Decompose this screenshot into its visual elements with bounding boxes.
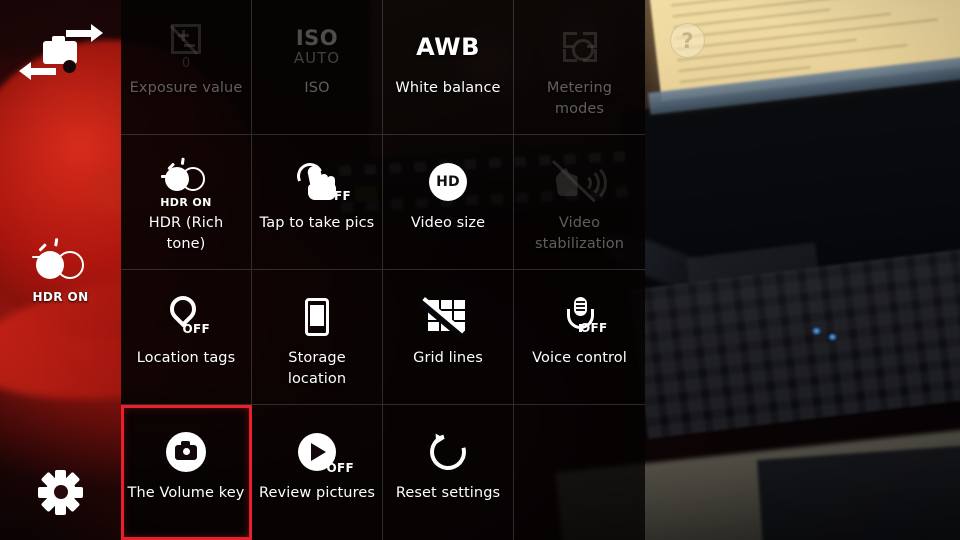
question-mark-icon: ? [681,28,694,53]
hd-icon-text: HD [436,174,460,190]
setting-label: Exposure value [129,80,243,96]
voice-badge: OFF [580,321,608,335]
setting-label: Video stabilization [535,215,624,253]
hdr-status-label: HDR ON [32,289,89,304]
camera-circle-icon [121,425,251,479]
setting-label: The Volume key [127,485,245,501]
setting-label: Storage location [287,350,347,388]
setting-label: White balance [395,80,501,96]
setting-reset-settings[interactable]: Reset settings [383,405,514,540]
tap-hand-icon: OFF [252,155,382,209]
exposure-value-amount: 0 [181,56,191,71]
setting-voice-control[interactable]: OFF Voice control [514,270,645,405]
setting-label: ISO [304,80,330,96]
awb-icon: AWB [383,20,513,74]
setting-video-size[interactable]: HD Video size [383,135,514,270]
setting-exposure-value[interactable]: 0 Exposure value [121,0,252,135]
setting-the-volume-key[interactable]: The Volume key [121,405,252,540]
setting-label: Tap to take pics [259,215,375,231]
setting-review-pictures[interactable]: OFF Review pictures [252,405,383,540]
hdr-icon: HDR ON [121,155,251,209]
hdr-badge: HDR ON [160,196,212,209]
microphone-icon: OFF [514,290,645,344]
play-circle-icon: OFF [252,425,382,479]
setting-iso[interactable]: ISO AUTO ISO [252,0,383,135]
awb-icon-text: AWB [416,33,480,61]
setting-hdr-rich-tone[interactable]: HDR ON HDR (Rich tone) [121,135,252,270]
phone-icon [252,290,382,344]
tap-badge: OFF [323,189,351,203]
hdr-icon [26,237,96,287]
setting-label: Metering modes [546,80,613,118]
left-toolbar: HDR ON [0,0,121,540]
iso-icon: ISO AUTO [252,20,382,74]
setting-label: Video size [410,215,486,231]
video-stabilization-off-icon [514,155,645,209]
reset-icon [383,425,513,479]
exposure-value-icon: 0 [121,20,251,74]
setting-tap-to-take-pics[interactable]: OFF Tap to take pics [252,135,383,270]
review-badge: OFF [326,461,354,475]
camera-settings-screen: HDR ON ? 0 Exposure value ISO AUTO ISO A… [0,0,960,540]
setting-label: Grid lines [413,350,483,366]
location-badge: OFF [182,322,210,336]
setting-video-stabilization[interactable]: Video stabilization [514,135,645,270]
hdr-toggle-button[interactable]: HDR ON [0,237,121,308]
switch-camera-button[interactable] [0,18,121,88]
iso-icon-text: ISO [295,25,339,50]
setting-empty-slot [514,405,645,540]
setting-label: Reset settings [395,485,501,501]
grid-lines-off-icon [383,290,513,344]
metering-icon [514,20,645,74]
setting-location-tags[interactable]: OFF Location tags [121,270,252,405]
location-pin-icon: OFF [121,290,251,344]
setting-label: Review pictures [258,485,376,501]
setting-label: HDR (Rich tone) [148,215,224,253]
setting-grid-lines[interactable]: Grid lines [383,270,514,405]
setting-label: Voice control [532,350,627,366]
gear-icon [38,469,83,515]
settings-grid: 0 Exposure value ISO AUTO ISO AWB White … [121,0,645,540]
iso-icon-subtext: AUTO [293,48,341,67]
setting-label: Location tags [136,350,236,366]
settings-button[interactable] [0,462,121,522]
setting-white-balance[interactable]: AWB White balance [383,0,514,135]
camera-switch-icon [18,24,103,80]
help-button[interactable]: ? [670,23,705,58]
hd-icon: HD [383,155,513,209]
setting-metering-modes[interactable]: Metering modes [514,0,645,135]
setting-storage-location[interactable]: Storage location [252,270,383,405]
